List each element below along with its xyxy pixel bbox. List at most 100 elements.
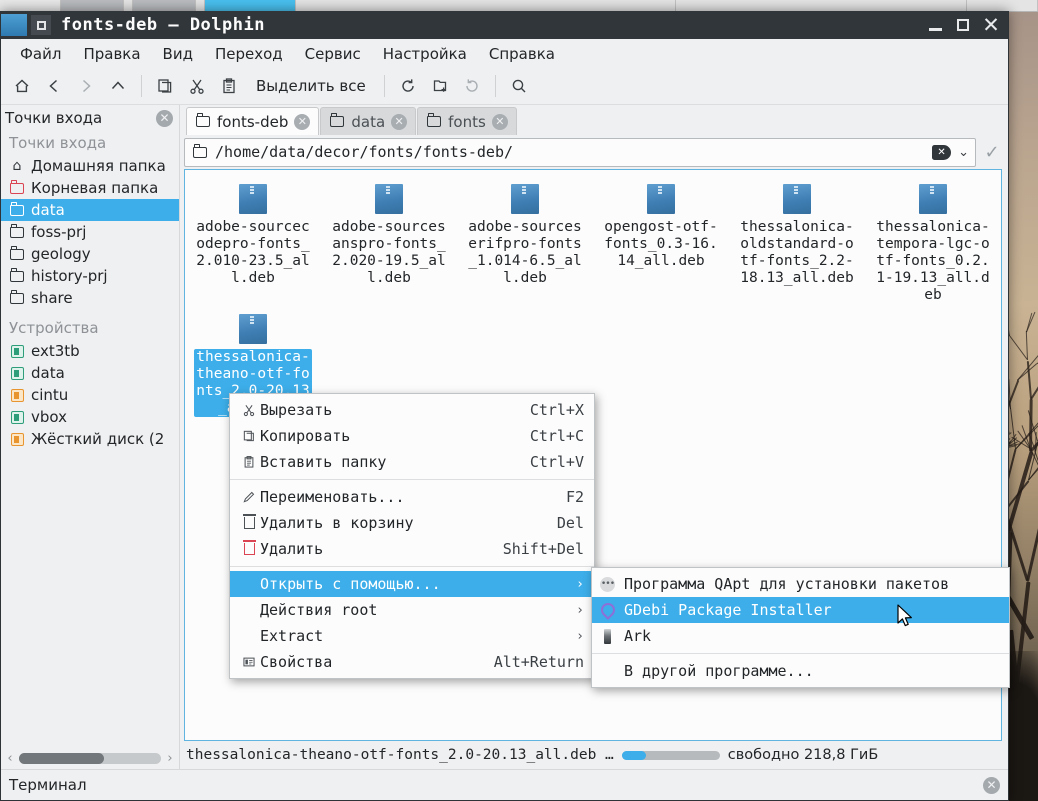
sidebar-item-label: geology bbox=[31, 245, 91, 263]
sidebar-item-geology[interactable]: geology bbox=[1, 243, 179, 265]
sidebar-item-root[interactable]: Корневая папка bbox=[1, 177, 179, 199]
file-item[interactable]: thessalonica-tempora-lgc-otf-fonts_0.2.1… bbox=[865, 178, 1001, 308]
context-menu-label: Удалить bbox=[260, 540, 324, 558]
file-item[interactable]: opengost-otf-fonts_0.3-16.14_all.deb bbox=[593, 178, 729, 308]
scroll-left-icon[interactable]: ‹ bbox=[3, 751, 17, 766]
sidebar-item-harddisk[interactable]: Жёсткий диск (2 bbox=[1, 428, 179, 450]
panel-slot-active[interactable] bbox=[205, 0, 296, 11]
menu-file[interactable]: Файл bbox=[9, 42, 72, 66]
panel-slot[interactable] bbox=[967, 0, 1038, 11]
search-icon[interactable] bbox=[504, 71, 534, 101]
tab-close-icon[interactable]: ✕ bbox=[391, 113, 408, 130]
blank-icon bbox=[599, 663, 616, 680]
panel-slot[interactable] bbox=[61, 0, 124, 11]
paste-icon[interactable] bbox=[214, 71, 244, 101]
sidebar-item-history-prj[interactable]: history-prj bbox=[1, 265, 179, 287]
file-item[interactable]: adobe-sourcesanspro-fonts_2.020-19.5_all… bbox=[321, 178, 457, 308]
sidebar-item-data[interactable]: data bbox=[1, 199, 179, 221]
submenu-item-other-application[interactable]: В другой программе... bbox=[592, 658, 1009, 684]
context-menu-item-open-with[interactable]: Открыть с помощью... › bbox=[230, 571, 594, 597]
panel-slot[interactable] bbox=[124, 0, 133, 11]
copy-icon[interactable] bbox=[150, 71, 180, 101]
menu-tools[interactable]: Сервис bbox=[294, 42, 372, 66]
context-menu-item-extract[interactable]: Extract › bbox=[230, 623, 594, 649]
menu-go[interactable]: Переход bbox=[204, 42, 294, 66]
chevron-right-icon: › bbox=[576, 576, 584, 592]
sidebar-item-cintu[interactable]: cintu bbox=[1, 384, 179, 406]
maximize-button[interactable] bbox=[950, 13, 976, 37]
context-menu-item-move-to-trash[interactable]: Удалить в корзину Del bbox=[230, 510, 594, 536]
file-name: adobe-sourceserifpro-fonts_1.014-6.5_all… bbox=[468, 219, 582, 286]
minimize-button[interactable] bbox=[922, 13, 948, 37]
home-icon[interactable] bbox=[7, 71, 37, 101]
new-folder-icon[interactable] bbox=[425, 71, 455, 101]
deb-package-icon bbox=[239, 184, 267, 214]
toolbar-separator bbox=[383, 75, 385, 97]
close-icon[interactable]: ✕ bbox=[983, 776, 1000, 794]
location-bar[interactable]: /home/data/decor/fonts/fonts-deb/ ✕ ⌄ bbox=[184, 137, 976, 167]
file-item[interactable]: thessalonica-oldstandard-otf-fonts_2.2-1… bbox=[729, 178, 865, 308]
tab-close-icon[interactable]: ✕ bbox=[491, 113, 508, 130]
sidebar-item-share[interactable]: share bbox=[1, 287, 179, 309]
forward-icon[interactable] bbox=[71, 71, 101, 101]
undo-icon[interactable] bbox=[457, 71, 487, 101]
places-horizontal-scrollbar[interactable]: ‹ › bbox=[1, 747, 179, 769]
context-menu-item-rename[interactable]: Переименовать... F2 bbox=[230, 484, 594, 510]
check-icon[interactable]: ✓ bbox=[982, 142, 1002, 163]
menu-settings[interactable]: Настройка bbox=[372, 42, 478, 66]
path-text[interactable]: /home/data/decor/fonts/fonts-deb/ bbox=[215, 143, 925, 161]
terminal-dock[interactable]: Терминал ✕ bbox=[1, 769, 1008, 800]
folder-icon bbox=[9, 245, 25, 262]
close-icon[interactable]: ✕ bbox=[156, 109, 173, 127]
tab-close-icon[interactable]: ✕ bbox=[294, 113, 311, 130]
scrollbar-thumb[interactable] bbox=[19, 752, 105, 764]
context-menu-item-copy[interactable]: Копировать Ctrl+C bbox=[230, 423, 594, 449]
cut-icon[interactable] bbox=[182, 71, 212, 101]
location-bar-row: /home/data/decor/fonts/fonts-deb/ ✕ ⌄ ✓ bbox=[180, 135, 1008, 169]
window-titlebar[interactable]: fonts-deb — Dolphin ✕ bbox=[1, 11, 1008, 39]
up-icon[interactable] bbox=[103, 71, 133, 101]
folder-icon bbox=[9, 223, 25, 240]
panel-slot[interactable] bbox=[296, 0, 676, 11]
sidebar-item-ext3tb[interactable]: ext3tb bbox=[1, 340, 179, 362]
submenu-item-gdebi[interactable]: GDebi Package Installer bbox=[592, 597, 1009, 623]
file-item[interactable]: adobe-sourcecodepro-fonts_2.010-23.5_all… bbox=[185, 178, 321, 308]
clear-icon[interactable]: ✕ bbox=[932, 144, 952, 160]
context-menu-item-delete[interactable]: Удалить Shift+Del bbox=[230, 536, 594, 562]
context-menu-item-cut[interactable]: Вырезать Ctrl+X bbox=[230, 397, 594, 423]
window-menu-icon[interactable] bbox=[31, 15, 51, 35]
panel-slot[interactable] bbox=[196, 0, 205, 11]
tab-data[interactable]: data ✕ bbox=[320, 107, 417, 135]
folder-icon bbox=[192, 143, 208, 160]
sidebar-item-vbox[interactable]: vbox bbox=[1, 406, 179, 428]
menu-help[interactable]: Справка bbox=[478, 42, 566, 66]
window-title: fonts-deb — Dolphin bbox=[61, 15, 265, 35]
close-button[interactable]: ✕ bbox=[978, 13, 1004, 37]
back-icon[interactable] bbox=[39, 71, 69, 101]
chevron-right-icon: › bbox=[576, 602, 584, 618]
tab-fonts[interactable]: fonts ✕ bbox=[417, 107, 517, 135]
scroll-right-icon[interactable]: › bbox=[163, 751, 177, 766]
context-menu-item-properties[interactable]: Свойства Alt+Return bbox=[230, 649, 594, 675]
chevron-down-icon[interactable]: ⌄ bbox=[958, 145, 971, 160]
free-space-text: свободно 218,8 ГиБ bbox=[727, 747, 879, 763]
sidebar-item-foss-prj[interactable]: foss-prj bbox=[1, 221, 179, 243]
sidebar-item-device-data[interactable]: data bbox=[1, 362, 179, 384]
panel-slot[interactable] bbox=[676, 0, 967, 11]
context-menu-item-paste[interactable]: Вставить папку Ctrl+V bbox=[230, 449, 594, 475]
menu-edit[interactable]: Правка bbox=[72, 42, 151, 66]
panel-slot[interactable] bbox=[133, 0, 196, 11]
file-item[interactable]: adobe-sourceserifpro-fonts_1.014-6.5_all… bbox=[457, 178, 593, 308]
context-menu-item-root-actions[interactable]: Действия root › bbox=[230, 597, 594, 623]
copy-icon bbox=[238, 429, 260, 443]
context-menu-label: Свойства bbox=[260, 653, 333, 671]
submenu-item-ark[interactable]: Ark bbox=[592, 623, 1009, 649]
scrollbar-track[interactable] bbox=[19, 752, 161, 764]
submenu-item-qapt[interactable]: ••• Программа QApt для установки пакетов bbox=[592, 571, 1009, 597]
tab-fonts-deb[interactable]: fonts-deb ✕ bbox=[186, 107, 320, 135]
menu-view[interactable]: Вид bbox=[152, 42, 204, 66]
sidebar-item-home[interactable]: ⌂ Домашняя папка bbox=[1, 155, 179, 177]
reload-icon[interactable] bbox=[393, 71, 423, 101]
panel-slot[interactable] bbox=[0, 0, 61, 11]
select-all-button[interactable]: Выделить все bbox=[246, 73, 376, 99]
